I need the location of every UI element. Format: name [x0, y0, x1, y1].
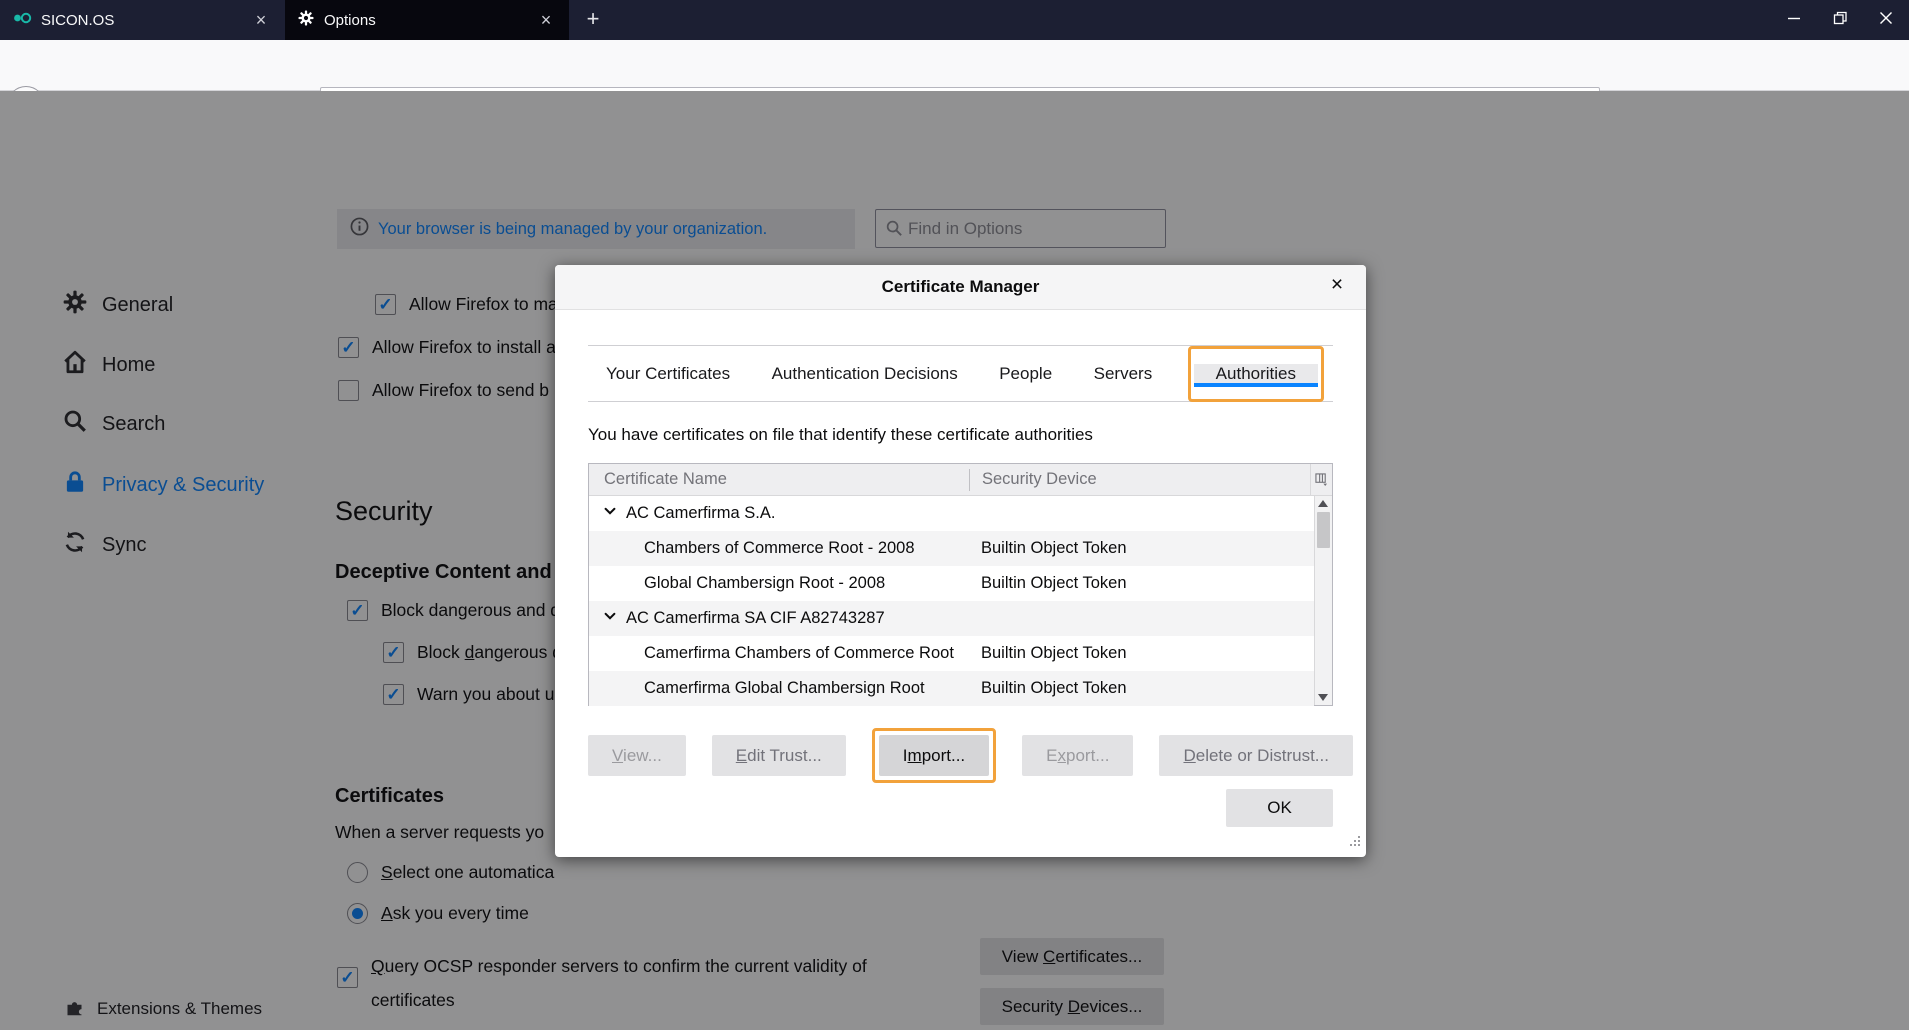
export-button[interactable]: Export... [1022, 735, 1133, 776]
tab-authorities[interactable]: Authorities [1194, 364, 1318, 387]
tab-title: SICON.OS [41, 12, 250, 29]
scroll-up-arrow[interactable] [1318, 500, 1328, 507]
gear-tab-icon [297, 9, 315, 31]
twisty-chevron-icon[interactable] [603, 609, 617, 628]
delete-or-distrust-button[interactable]: Delete or Distrust... [1159, 735, 1353, 776]
table-row[interactable]: Global Chambersign Root - 2008 Builtin O… [589, 566, 1314, 601]
column-certificate-name[interactable]: Certificate Name [589, 470, 969, 489]
browser-tab-options[interactable]: Options × [285, 0, 569, 40]
table-header: Certificate Name Security Device [589, 464, 1332, 496]
authorities-highlight-box: Authorities [1188, 346, 1324, 402]
column-security-device[interactable]: Security Device [970, 470, 1310, 489]
close-icon[interactable]: × [1324, 273, 1350, 297]
import-button[interactable]: Import... [879, 735, 989, 776]
tab-servers[interactable]: Servers [1088, 364, 1159, 384]
tab-your-certificates[interactable]: Your Certificates [600, 364, 736, 384]
tab-title: Options [324, 12, 535, 29]
dialog-intro-text: You have certificates on file that ident… [588, 425, 1093, 445]
resize-grip[interactable] [1349, 832, 1361, 852]
tab-authentication-decisions[interactable]: Authentication Decisions [766, 364, 964, 384]
browser-tab-siconos[interactable]: SICON.OS × [0, 0, 284, 40]
dialog-button-row: View... Edit Trust... Import... Export..… [588, 735, 1353, 776]
firefox-window: SICON.OS × Options × + ← → [0, 0, 1909, 1030]
new-tab-button[interactable]: + [578, 5, 608, 35]
scroll-down-arrow[interactable] [1318, 694, 1328, 701]
twisty-chevron-icon[interactable] [603, 504, 617, 523]
vertical-scrollbar[interactable] [1314, 496, 1332, 705]
close-window-button[interactable] [1863, 0, 1909, 36]
tab-close-icon[interactable]: × [535, 10, 557, 31]
restore-button[interactable] [1817, 0, 1863, 36]
view-button[interactable]: View... [588, 735, 686, 776]
import-highlight-box: Import... [872, 728, 996, 783]
table-row[interactable]: Chambers of Commerce Root - 2008 Builtin… [589, 531, 1314, 566]
siconos-logo-icon [12, 10, 32, 30]
tab-close-icon[interactable]: × [250, 10, 272, 31]
column-picker-icon[interactable] [1310, 464, 1332, 496]
certificate-manager-dialog: Certificate Manager × Your Certificates … [555, 265, 1366, 857]
scrollbar-thumb[interactable] [1317, 512, 1330, 548]
table-row-group[interactable]: AC Camerfirma S.A. [589, 496, 1314, 531]
certificate-table: Certificate Name Security Device AC Came… [588, 463, 1333, 706]
table-row[interactable]: Camerfirma Global Chambersign Root Built… [589, 671, 1314, 706]
nav-toolbar: ← → Firefox about:preferences#privacy ☆ … [0, 40, 1909, 91]
tab-people[interactable]: People [993, 364, 1058, 384]
table-row[interactable]: Camerfirma Chambers of Commerce Root Bui… [589, 636, 1314, 671]
table-row-group[interactable]: AC Camerfirma SA CIF A82743287 [589, 601, 1314, 636]
certificate-tabs: Your Certificates Authentication Decisio… [588, 345, 1333, 402]
browser-tab-bar: SICON.OS × Options × + [0, 0, 1909, 40]
dialog-title: Certificate Manager [555, 277, 1366, 297]
ok-button[interactable]: OK [1226, 789, 1333, 827]
minimize-button[interactable] [1771, 0, 1817, 36]
dialog-header: Certificate Manager × [555, 265, 1366, 310]
edit-trust-button[interactable]: Edit Trust... [712, 735, 846, 776]
